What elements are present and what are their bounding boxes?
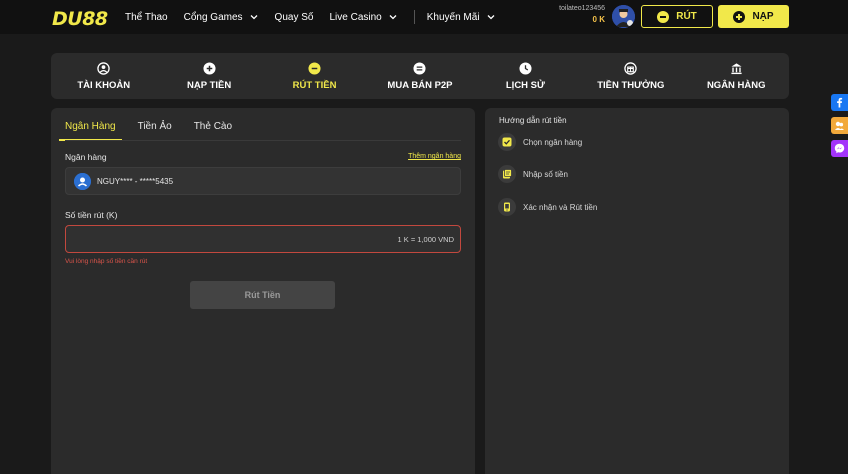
facebook-button[interactable]	[831, 94, 848, 111]
balance: 0 K	[592, 15, 605, 24]
guide-title: Hướng dẫn rút tiền	[499, 116, 567, 125]
tab-label: MUA BÁN P2P	[387, 79, 453, 91]
tab-label: TIỀN THƯỞNG	[597, 79, 665, 91]
plus-circle-icon	[733, 10, 746, 23]
gift-icon	[624, 61, 638, 75]
nav-item-live-casino[interactable]: Live Casino	[329, 12, 397, 23]
subtab-ngan-hang[interactable]: Ngân Hàng	[59, 121, 122, 141]
nav-label: Khuyến Mãi	[426, 11, 480, 23]
document-icon	[498, 165, 516, 183]
username: toilateo123456	[559, 5, 605, 12]
tab-label: RÚT TIỀN	[292, 79, 337, 91]
tab-lich-su[interactable]: LỊCH SỬ	[473, 53, 578, 99]
nav-item-cong-games[interactable]: Cổng Games	[184, 12, 259, 23]
messenger-button[interactable]	[831, 140, 848, 157]
wallet-tabs: TÀI KHOẢN NẠP TIỀN RÚT TIỀN MUA BÁN P2P …	[51, 53, 789, 99]
nav-item-khuyen-mai[interactable]: Khuyến Mãi	[427, 12, 496, 23]
main-nav: Thể Thao Cổng Games Quay Số Live Casino …	[125, 0, 512, 34]
check-icon	[498, 133, 516, 151]
user-circle-icon	[97, 61, 110, 75]
user-info: toilateo123456 0 K	[555, 5, 605, 24]
bank-select[interactable]: NGUY**** - *****5435	[65, 167, 461, 195]
guide-step-label: Nhập số tiền	[523, 169, 568, 179]
guide-step: Xác nhận và Rút tiền	[498, 198, 597, 216]
tab-nap-tien[interactable]: NẠP TIỀN	[156, 53, 261, 99]
minus-circle-icon	[308, 61, 321, 75]
chevron-down-icon	[487, 15, 495, 20]
swap-circle-icon	[413, 61, 427, 75]
bank-account-text: NGUY**** - *****5435	[97, 176, 174, 186]
tab-mua-ban-p2p[interactable]: MUA BÁN P2P	[367, 53, 472, 99]
plus-circle-icon	[203, 61, 216, 75]
deposit-label: NẠP	[752, 11, 774, 22]
chat-button[interactable]	[831, 117, 848, 134]
subtab-the-cao[interactable]: Thẻ Cào	[194, 121, 232, 141]
bank-label: Ngân hàng	[65, 152, 107, 162]
nav-label: Cổng Games	[183, 11, 243, 23]
conversion-rate: 1 K = 1,000 VND	[397, 235, 455, 244]
minus-circle-icon	[657, 10, 670, 23]
amount-field-wrapper: 1 K = 1,000 VND	[65, 225, 461, 253]
withdraw-guide-panel: Hướng dẫn rút tiền Chọn ngân hàng Nhập s…	[485, 108, 789, 474]
avatar-icon	[612, 5, 635, 28]
withdraw-method-tabs: Ngân Hàng Tiền Ảo Thẻ Cào	[59, 121, 254, 141]
withdraw-label: RÚT	[676, 11, 697, 22]
guide-step-label: Chọn ngân hàng	[523, 137, 583, 147]
tab-label: NẠP TIỀN	[187, 79, 232, 91]
submit-withdraw-button[interactable]: Rút Tiền	[190, 281, 335, 309]
nav-divider	[413, 10, 415, 24]
tab-label: NGÂN HÀNG	[706, 79, 766, 91]
withdraw-button[interactable]: RÚT	[641, 5, 713, 28]
logo[interactable]: DU88	[52, 8, 108, 30]
tab-tien-thuong[interactable]: TIỀN THƯỞNG	[578, 53, 683, 99]
facebook-icon	[837, 97, 843, 108]
nav-label: Live Casino	[329, 11, 382, 23]
clock-icon	[519, 61, 532, 75]
guide-step: Chọn ngân hàng	[498, 133, 582, 151]
subtab-tien-ao[interactable]: Tiền Ảo	[138, 121, 172, 141]
guide-step-label: Xác nhận và Rút tiền	[523, 202, 598, 212]
chevron-down-icon	[389, 15, 397, 20]
divider	[65, 140, 461, 141]
top-navbar: DU88 Thể Thao Cổng Games Quay Số Live Ca…	[0, 0, 848, 34]
tab-label: LỊCH SỬ	[505, 79, 545, 91]
nav-label: Quay Số	[274, 11, 314, 23]
avatar[interactable]	[612, 5, 635, 28]
tab-ngan-hang[interactable]: NGÂN HÀNG	[684, 53, 789, 99]
deposit-button[interactable]: NẠP	[718, 5, 789, 28]
chat-icon	[835, 121, 844, 130]
amount-error: Vui lòng nhập số tiền cần rút	[65, 258, 148, 265]
phone-icon	[498, 198, 516, 216]
bank-icon	[731, 62, 742, 74]
guide-step: Nhập số tiền	[498, 165, 568, 183]
bank-logo-icon	[74, 172, 91, 190]
tab-tai-khoan[interactable]: TÀI KHOẢN	[51, 53, 156, 99]
withdraw-form-panel: Ngân Hàng Tiền Ảo Thẻ Cào Ngân hàng Thêm…	[51, 108, 475, 474]
tab-label: TÀI KHOẢN	[77, 79, 131, 91]
nav-item-the-thao[interactable]: Thể Thao	[125, 12, 168, 23]
nav-label: Thể Thao	[125, 11, 168, 23]
tab-rut-tien[interactable]: RÚT TIỀN	[262, 53, 367, 99]
chevron-down-icon	[250, 15, 258, 20]
amount-label: Số tiền rút (K)	[65, 210, 118, 220]
add-bank-link[interactable]: Thêm ngân hàng	[408, 153, 461, 160]
nav-item-quay-so[interactable]: Quay Số	[275, 12, 314, 23]
messenger-icon	[834, 143, 845, 154]
